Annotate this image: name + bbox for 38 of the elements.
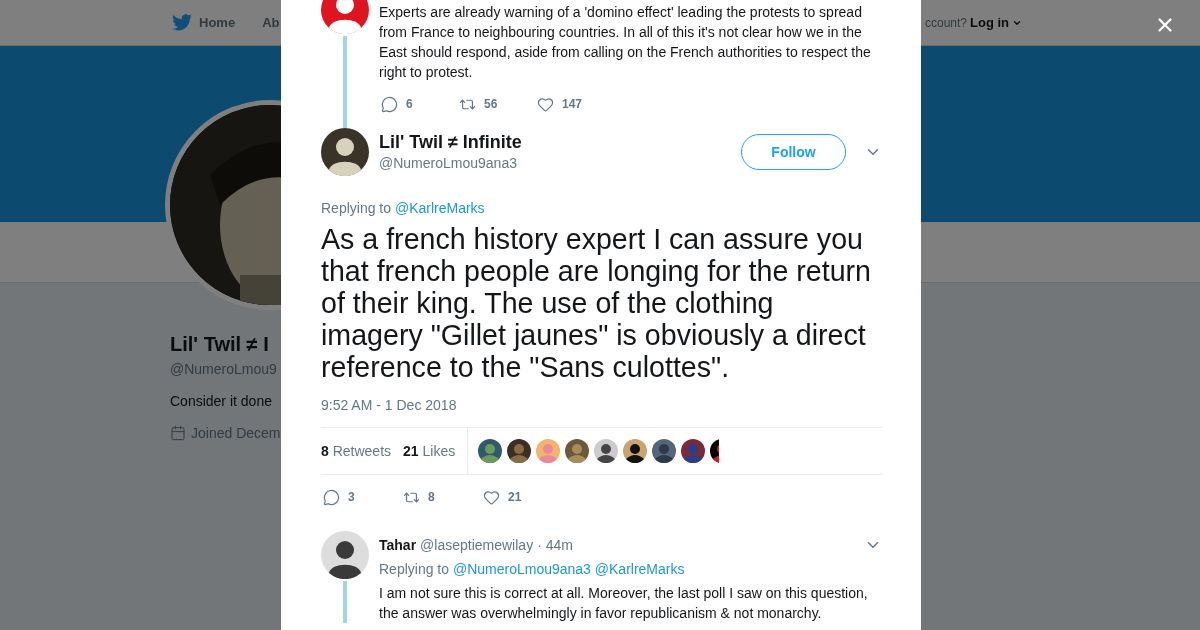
speech-bubble-icon bbox=[323, 488, 340, 506]
calendar-icon bbox=[170, 425, 186, 441]
home-link[interactable]: Home bbox=[199, 15, 236, 30]
avatar bbox=[321, 128, 369, 176]
replying-to-text: Replying to @KarlreMarks bbox=[321, 199, 486, 218]
retweet-button[interactable]: 56 bbox=[459, 95, 537, 113]
like-button[interactable]: 21 bbox=[483, 488, 563, 506]
profile-handle: @NumeroLmou9 bbox=[170, 361, 277, 377]
author-handle: @NumeroLmou9ana3 bbox=[379, 154, 518, 173]
tweet-text: As a french history expert I can assure you that french people are longing for the return of their king. The use of the clothing imagery "Gillet jaunes" is obviously a direct reference to the "Sans culottes". bbox=[321, 223, 872, 383]
retweet-button[interactable]: 8 bbox=[403, 488, 483, 506]
reply-button[interactable]: 3 bbox=[323, 488, 403, 506]
mention-link[interactable]: @KarlreMarks bbox=[594, 561, 685, 577]
author-name: Lil' Twil ≠ Infinite bbox=[379, 131, 522, 153]
about-link[interactable]: Ab bbox=[262, 15, 280, 30]
reply-author-name: Tahar bbox=[379, 536, 417, 555]
tweet-text: Experts are already warning of a 'domino effect' leading the protests to spread from France to neighbouring countries. In all of this it's not clear how we in the East should respond, aside from calling on the French authorities to respect the right to protest. bbox=[379, 3, 872, 82]
replying-to-text: Replying to @NumeroLmou9ana3 @KarlreMarks bbox=[379, 560, 686, 579]
like-button[interactable]: 147 bbox=[537, 95, 615, 113]
reply-text: I am not sure this is correct at all. Moreover, the last poll I saw on this question, the answer was overwhelmingly in favor republicanism & not monarchy. bbox=[379, 584, 869, 623]
mention-link[interactable]: @NumeroLmou9ana3 bbox=[452, 561, 591, 577]
login-link[interactable]: Log in bbox=[970, 15, 1009, 30]
reply-author-handle: @laseptiemewilay bbox=[420, 536, 534, 555]
reply-button[interactable]: 6 bbox=[381, 95, 459, 113]
reply-time: · 44m bbox=[537, 536, 573, 555]
follow-button[interactable]: Follow bbox=[741, 134, 846, 170]
profile-name: Lil' Twil ≠ I bbox=[170, 332, 269, 357]
speech-bubble-icon bbox=[381, 95, 398, 113]
avatar bbox=[321, 531, 369, 579]
tweet-timestamp: 9:52 AM - 1 Dec 2018 bbox=[321, 396, 458, 415]
heart-icon bbox=[537, 95, 554, 113]
stat-link[interactable]: 21 Likes bbox=[403, 443, 456, 459]
mention-link[interactable]: @KarlreMarks bbox=[394, 200, 485, 216]
profile-bio: Consider it done bbox=[170, 393, 272, 409]
heart-icon bbox=[483, 488, 500, 506]
joined-date: Joined Decem bbox=[191, 425, 281, 441]
account-prompt: ccount? bbox=[924, 15, 967, 30]
stat-link[interactable]: 8 Retweets bbox=[321, 443, 392, 459]
